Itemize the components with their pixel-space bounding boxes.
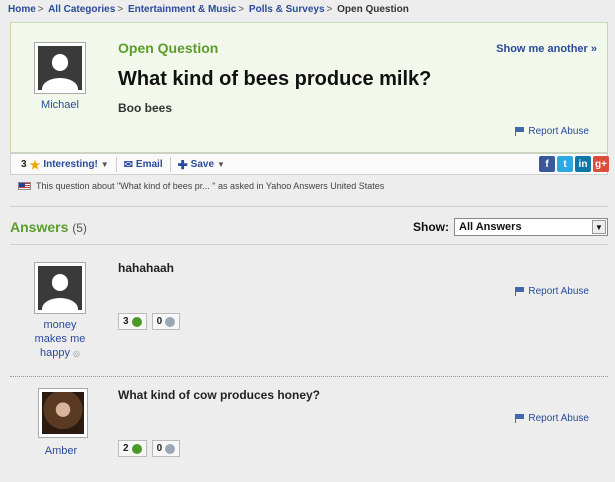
report-abuse-label: Report Abuse: [528, 413, 589, 424]
social-share-icons: f t in g+: [539, 156, 609, 172]
default-user-icon: [38, 266, 82, 310]
breadcrumb-separator: >: [238, 4, 245, 15]
report-abuse-label: Report Abuse: [528, 126, 589, 137]
question-actions: 3 ★ Interesting! ▼ ✉ Email ✚ Save ▼: [14, 157, 232, 172]
show-another-link[interactable]: Show me another »: [496, 43, 597, 55]
thumbs-down-icon: [165, 316, 176, 327]
interesting-count: 3: [21, 159, 27, 170]
answer-divider: [10, 376, 608, 377]
envelope-icon: ✉: [123, 159, 133, 171]
thumbs-down-icon: [165, 443, 176, 454]
save-button[interactable]: ✚ Save ▼: [171, 157, 232, 172]
breadcrumb-home[interactable]: Home: [8, 4, 36, 15]
answer-text: hahahaah: [118, 261, 175, 275]
breadcrumb-current: Open Question: [337, 4, 409, 15]
thumbs-up-icon: [131, 443, 142, 454]
thumbs-up-count: 3: [123, 316, 129, 327]
star-icon: ★: [29, 157, 41, 172]
origin-note: This question about "What kind of bees p…: [18, 181, 384, 191]
us-flag-icon: [18, 182, 31, 190]
answer-votes: 2 0: [118, 440, 181, 457]
plus-icon: ✚: [177, 157, 188, 172]
answer-author[interactable]: Amber: [30, 444, 92, 458]
answers-filter-value: All Answers: [459, 221, 522, 233]
answers-heading: Answers (5): [10, 219, 87, 235]
default-user-icon: [38, 46, 82, 90]
interesting-button[interactable]: 3 ★ Interesting! ▼: [14, 157, 117, 172]
flag-icon: [515, 127, 525, 136]
breadcrumb-separator: >: [117, 4, 124, 15]
answers-filter-select[interactable]: All Answers ▼: [454, 218, 608, 236]
answer-author[interactable]: money makes me happy ◎: [22, 318, 98, 361]
thumbs-up-count: 2: [123, 443, 129, 454]
facebook-icon[interactable]: f: [539, 156, 555, 172]
author-name-line: makes me: [34, 333, 86, 345]
interesting-label: Interesting!: [43, 159, 98, 170]
google-plus-icon[interactable]: g+: [593, 156, 609, 172]
chevron-down-icon: ▼: [100, 160, 109, 169]
thumbs-up-button[interactable]: 3: [118, 313, 147, 330]
breadcrumb-polls[interactable]: Polls & Surveys: [249, 4, 325, 15]
user-photo: [42, 392, 84, 434]
answer-avatar[interactable]: [38, 388, 88, 438]
show-filter-label: Show:: [413, 220, 449, 234]
linkedin-icon[interactable]: in: [575, 156, 591, 172]
thumbs-down-button[interactable]: 0: [151, 440, 181, 457]
answer-text: What kind of cow produces honey?: [118, 388, 321, 402]
answer-report-abuse[interactable]: Report Abuse: [515, 413, 589, 424]
thumbs-down-button[interactable]: 0: [151, 313, 181, 330]
breadcrumb-separator: >: [37, 4, 44, 15]
twitter-icon[interactable]: t: [557, 156, 573, 172]
breadcrumb-entertainment[interactable]: Entertainment & Music: [128, 4, 236, 15]
answer-votes: 3 0: [118, 313, 181, 330]
answer-report-abuse[interactable]: Report Abuse: [515, 286, 589, 297]
flag-icon: [515, 287, 525, 296]
email-button[interactable]: ✉ Email: [117, 157, 171, 172]
breadcrumb-all-categories[interactable]: All Categories: [48, 4, 115, 15]
report-abuse-label: Report Abuse: [528, 286, 589, 297]
origin-note-text: This question about "What kind of bees p…: [36, 181, 385, 191]
email-label: Email: [135, 159, 163, 170]
flag-icon: [515, 414, 525, 423]
question-report-abuse[interactable]: Report Abuse: [515, 126, 589, 137]
save-label: Save: [190, 159, 215, 170]
thumbs-down-count: 0: [156, 316, 163, 327]
chevron-down-icon: ▼: [217, 160, 225, 169]
author-name-line: happy ◎: [39, 347, 81, 359]
answer-avatar[interactable]: [34, 262, 86, 314]
thumbs-down-count: 0: [156, 443, 163, 454]
asker-avatar[interactable]: [34, 42, 86, 94]
thumbs-up-button[interactable]: 2: [118, 440, 147, 457]
question-status: Open Question: [118, 40, 219, 56]
chevron-down-icon: ▼: [592, 220, 606, 234]
breadcrumb: Home > All Categories > Entertainment & Mu…: [8, 4, 409, 15]
divider: [10, 244, 608, 245]
answers-heading-label: Answers: [10, 219, 69, 235]
breadcrumb-separator: >: [326, 4, 333, 15]
thumbs-up-icon: [131, 316, 142, 327]
question-detail: Boo bees: [118, 101, 173, 115]
asker-name[interactable]: Michael: [30, 98, 90, 112]
divider: [10, 206, 608, 207]
badge-icon: ◎: [73, 349, 81, 358]
answers-count: (5): [72, 221, 87, 235]
question-title: What kind of bees produce milk?: [118, 68, 432, 90]
author-name-line: money: [43, 319, 77, 331]
